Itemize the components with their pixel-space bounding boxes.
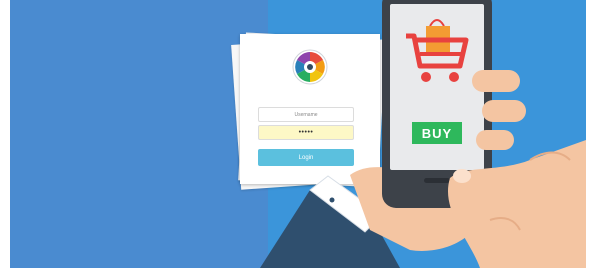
- login-card: Username ••••• Login: [240, 34, 380, 184]
- username-placeholder: Username: [294, 111, 318, 118]
- shopping-bag-handle: [429, 19, 445, 27]
- login-button-label: Login: [298, 154, 314, 161]
- phone-screen: BUY: [390, 4, 484, 170]
- shopping-cart-icon: [406, 19, 469, 82]
- login-button[interactable]: Login: [258, 149, 354, 166]
- illustration: Username ••••• Login BUY: [10, 0, 586, 268]
- username-field[interactable]: Username: [258, 107, 354, 122]
- home-button: [424, 178, 450, 183]
- colorful-circle-logo-icon: [292, 49, 328, 85]
- password-value: •••••: [298, 129, 314, 136]
- buy-button[interactable]: BUY: [412, 122, 462, 144]
- smartphone: BUY: [382, 0, 492, 208]
- left-panel: [10, 0, 268, 268]
- password-field[interactable]: •••••: [258, 125, 354, 140]
- buy-button-label: BUY: [421, 125, 453, 141]
